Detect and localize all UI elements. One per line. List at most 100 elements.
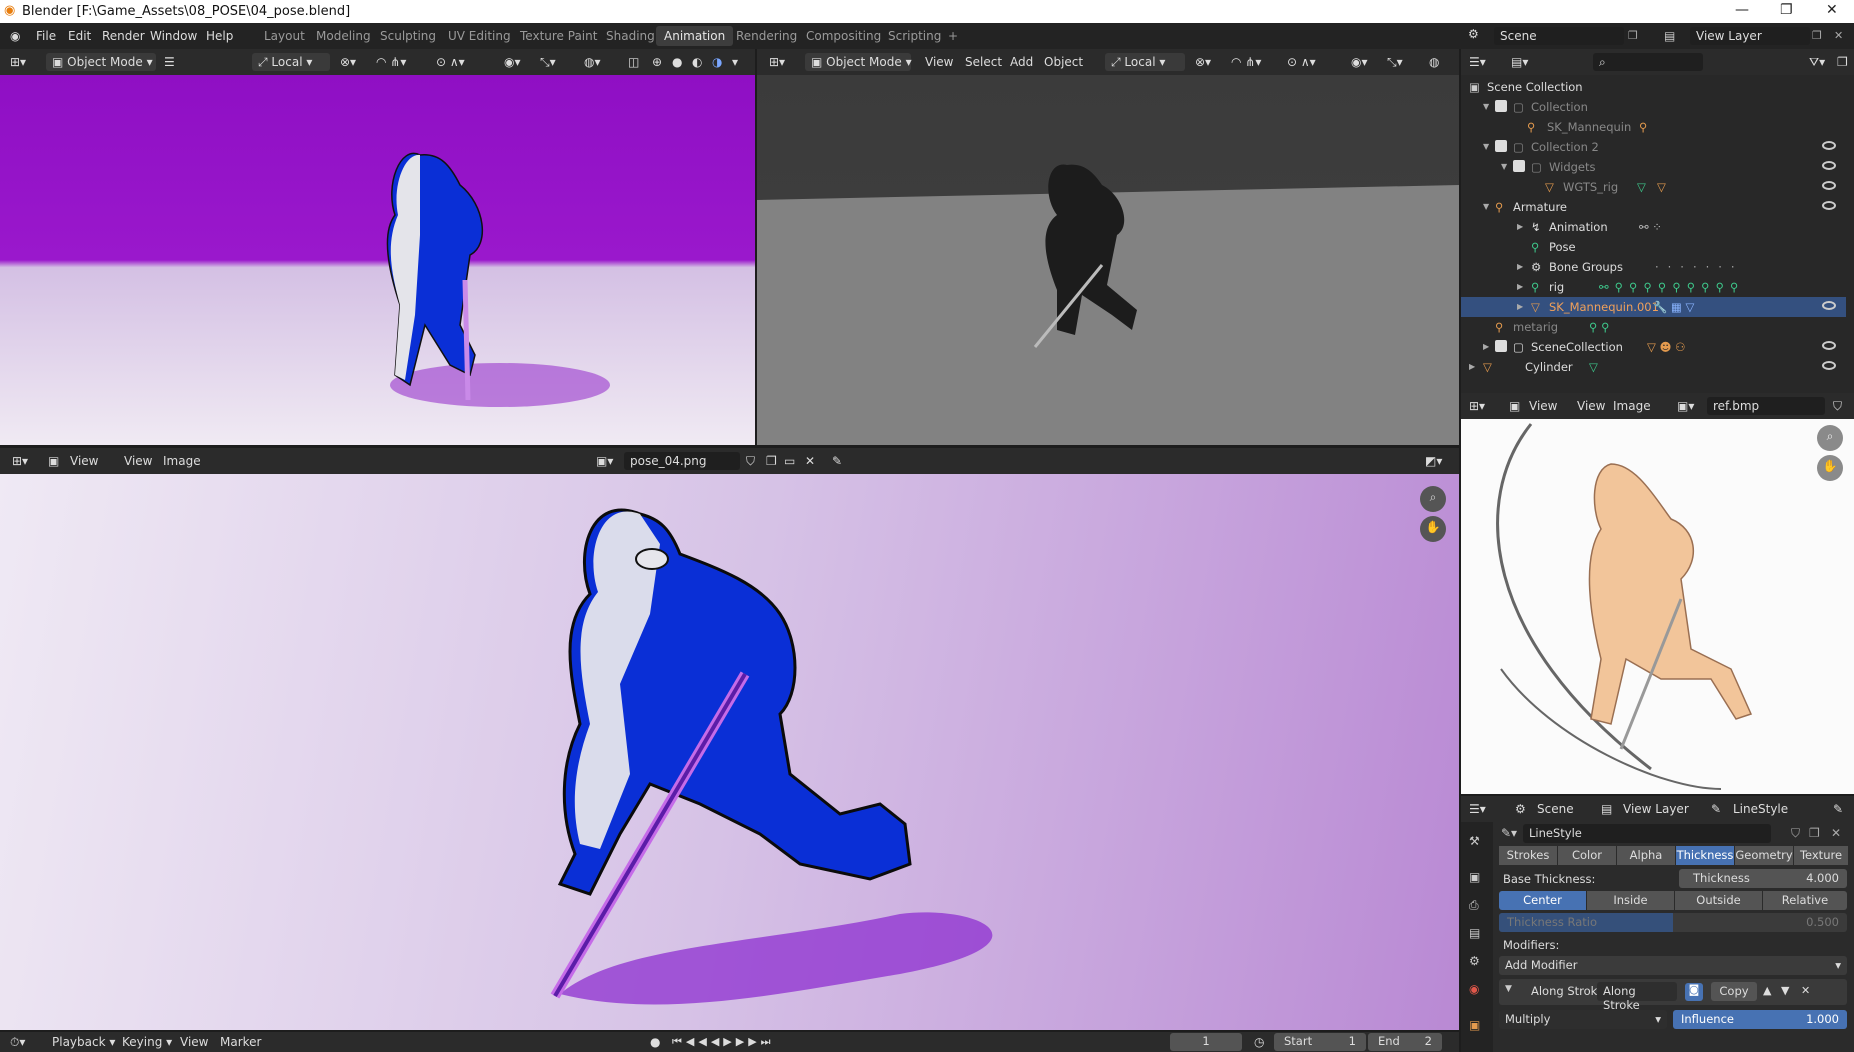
add-modifier-dropdown[interactable]: Add Modifier ▾ xyxy=(1499,956,1847,975)
pin-icon[interactable]: ✎ xyxy=(832,454,842,468)
display-mode-icon[interactable]: ▤▾ xyxy=(1511,55,1528,69)
thickness-inside-button[interactable]: Inside xyxy=(1587,891,1674,910)
overlay-icon[interactable]: ◍▾ xyxy=(584,55,601,69)
menu-add[interactable]: Add xyxy=(1010,55,1033,69)
remove-modifier-icon[interactable]: ✕ xyxy=(1801,984,1810,997)
outliner-row-cylinder[interactable]: ▶ ▽ Cylinder ▽ xyxy=(1461,357,1846,377)
image-editor-canvas[interactable]: ⌕ ✋ xyxy=(0,474,1459,1030)
unlink-image-icon[interactable]: ✕ xyxy=(805,454,815,468)
breadcrumb-scene[interactable]: Scene xyxy=(1537,802,1574,816)
tab-layout[interactable]: Layout xyxy=(256,26,313,46)
blend-mode-dropdown[interactable]: Multiply ▾ xyxy=(1499,1010,1667,1029)
scene-selector[interactable]: Scene xyxy=(1494,27,1624,45)
tab-color[interactable]: Color xyxy=(1558,846,1616,865)
scene-icon[interactable]: ⚙ xyxy=(1469,954,1480,968)
new-view-layer-icon[interactable]: ❐ xyxy=(1812,29,1822,42)
expand-icon[interactable]: ▶ xyxy=(1517,222,1523,231)
gizmo-icon[interactable]: ⤡▾ xyxy=(540,55,556,70)
tab-geometry[interactable]: Geometry xyxy=(1735,846,1793,865)
outliner-row-collection[interactable]: ▼ ▢ Collection xyxy=(1461,97,1846,117)
image-browse-icon[interactable]: ▣▾ xyxy=(1677,399,1694,413)
copy-icon[interactable]: ❐ xyxy=(1809,826,1820,840)
modifier-type-field[interactable]: Along Stroke xyxy=(1597,982,1677,1012)
viewport-left[interactable] xyxy=(0,75,755,445)
image-browse-icon[interactable]: ▣▾ xyxy=(596,454,613,468)
remove-view-layer-icon[interactable]: ✕ xyxy=(1834,29,1843,42)
end-frame-field[interactable]: End 2 xyxy=(1368,1033,1442,1051)
expand-icon[interactable]: ▶ xyxy=(1469,362,1475,371)
menu-marker[interactable]: Marker xyxy=(220,1035,261,1049)
orientation-dropdown-right[interactable]: ⤢ Local ▾ xyxy=(1105,53,1185,71)
mode-dropdown-left[interactable]: ▣ Object Mode ▾ xyxy=(46,53,156,71)
expand-icon[interactable]: ▼ xyxy=(1483,202,1489,211)
tab-strokes[interactable]: Strokes xyxy=(1499,846,1557,865)
outliner-row-armature[interactable]: ▼ ⚲ Armature xyxy=(1461,197,1846,217)
tab-modeling[interactable]: Modeling xyxy=(308,26,379,46)
editor-type-icon[interactable]: ⊞▾ xyxy=(10,55,26,69)
pin-icon[interactable]: ✎ xyxy=(1833,802,1843,816)
menu-view[interactable]: View xyxy=(124,454,152,468)
eye-icon[interactable] xyxy=(1822,201,1836,210)
menu-view[interactable]: View xyxy=(180,1035,208,1049)
move-down-icon[interactable]: ▼ xyxy=(1781,984,1789,997)
checkbox-icon[interactable] xyxy=(1495,100,1507,112)
copy-modifier-button[interactable]: Copy xyxy=(1711,982,1757,1001)
pivot-icon[interactable]: ⊗▾ xyxy=(340,55,356,69)
eye-icon[interactable] xyxy=(1822,361,1836,370)
checkbox-icon[interactable] xyxy=(1513,160,1525,172)
menu-object[interactable]: Object xyxy=(1044,55,1083,69)
view-layer-icon[interactable]: ▤ xyxy=(1469,926,1480,940)
breadcrumb-linestyle[interactable]: LineStyle xyxy=(1733,802,1788,816)
pan-hand-icon[interactable]: ✋ xyxy=(1420,516,1446,542)
editor-type-icon[interactable]: ⊞▾ xyxy=(769,55,785,69)
menu-help[interactable]: Help xyxy=(206,29,233,43)
outliner-row-rig[interactable]: ▶ ⚲ rig ⚯⚲⚲⚲⚲⚲⚲⚲⚲⚲ xyxy=(1461,277,1846,297)
outliner-row-sk-mannequin[interactable]: ⚲ SK_Mannequin ⚲ xyxy=(1461,117,1846,137)
expand-icon[interactable]: ▼ xyxy=(1483,142,1489,151)
view-mode-icon[interactable]: ▣ xyxy=(48,454,59,468)
new-scene-icon[interactable]: ❐ xyxy=(1628,29,1638,42)
minimize-button[interactable]: — xyxy=(1735,2,1749,18)
proportional-edit-icon[interactable]: ⊙ ∧▾ xyxy=(1287,55,1316,69)
collapse-icon[interactable]: ▼ xyxy=(1505,984,1512,994)
current-frame-field[interactable]: 1 xyxy=(1170,1033,1242,1051)
overlay-icon[interactable]: ◍ xyxy=(1429,55,1439,69)
outliner-row-collection-2[interactable]: ▼ ▢ Collection 2 xyxy=(1461,137,1846,157)
expand-icon[interactable]: ▶ xyxy=(1517,302,1523,311)
menu-render[interactable]: Render xyxy=(102,29,145,43)
start-frame-field[interactable]: Start 1 xyxy=(1274,1033,1366,1051)
object-icon[interactable]: ▣ xyxy=(1469,1018,1480,1032)
tab-thickness[interactable]: Thickness xyxy=(1676,846,1734,865)
checkbox-icon[interactable] xyxy=(1495,140,1507,152)
playback-controls[interactable]: ⏮◀◀◀▶▶▶⏭ xyxy=(672,1035,775,1049)
outliner-search-input[interactable]: ⌕ xyxy=(1593,53,1703,71)
open-image-icon[interactable]: ▭ xyxy=(784,454,795,468)
proportional-edit-icon[interactable]: ⊙ ∧▾ xyxy=(436,55,465,69)
tab-shading[interactable]: Shading xyxy=(598,26,663,46)
viewport-right[interactable] xyxy=(757,75,1459,445)
menu-select[interactable]: Select xyxy=(965,55,1002,69)
tab-scripting[interactable]: Scripting xyxy=(880,26,949,46)
outliner-row-widgets[interactable]: ▼ ▢ Widgets xyxy=(1461,157,1846,177)
thickness-relative-button[interactable]: Relative xyxy=(1763,891,1847,910)
pan-hand-icon[interactable]: ✋ xyxy=(1817,455,1843,481)
thickness-field[interactable]: Thickness 4.000 xyxy=(1679,869,1847,888)
expand-icon[interactable]: ▼ xyxy=(1501,162,1507,171)
menu-playback[interactable]: Playback ▾ xyxy=(52,1035,115,1049)
output-icon[interactable]: ⎙ xyxy=(1469,898,1479,913)
camera-toggle-icon[interactable]: ◙ xyxy=(1685,983,1703,1001)
influence-slider[interactable]: Influence 1.000 xyxy=(1673,1010,1847,1029)
outliner-row-bone-groups[interactable]: ▶ ⚙ Bone Groups ······· xyxy=(1461,257,1846,277)
outliner-row-sk-mannequin-001[interactable]: ▶ ▽ SK_Mannequin.001 🔧 ▦ ▽ xyxy=(1461,297,1846,317)
eye-icon[interactable] xyxy=(1822,161,1836,170)
tab-uv-editing[interactable]: UV Editing xyxy=(440,26,519,46)
menu-edit[interactable]: Edit xyxy=(68,29,91,43)
new-image-icon[interactable]: ❐ xyxy=(766,454,777,468)
eye-icon[interactable] xyxy=(1822,341,1836,350)
unlink-icon[interactable]: ✕ xyxy=(1831,826,1841,840)
expand-icon[interactable]: ▼ xyxy=(1483,102,1489,111)
view-mode-icon[interactable]: ▣ xyxy=(1509,399,1520,413)
ref-image-canvas[interactable]: ⌕ ✋ xyxy=(1461,419,1854,794)
tab-sculpting[interactable]: Sculpting xyxy=(372,26,444,46)
maximize-button[interactable]: ❐ xyxy=(1780,2,1793,18)
